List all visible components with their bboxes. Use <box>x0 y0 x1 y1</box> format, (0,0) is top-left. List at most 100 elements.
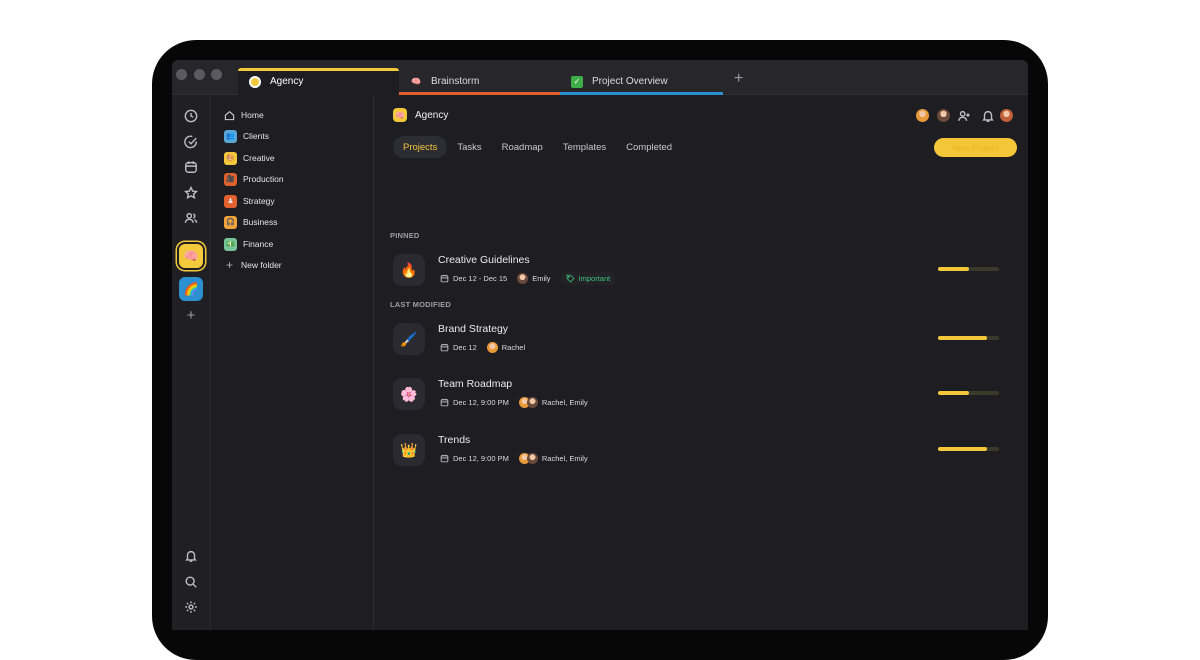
sidebar: Home 👥 Clients 🎨 Creative 🎥 Production ♟… <box>211 96 374 630</box>
add-user-icon[interactable] <box>955 107 973 125</box>
tab-roadmap[interactable]: Roadmap <box>492 136 553 158</box>
agency-space-icon[interactable]: 🧠 <box>179 244 203 268</box>
tab-projects[interactable]: Projects <box>393 136 448 158</box>
user-avatar[interactable] <box>999 108 1014 123</box>
title-bar: Agency 🧠 Brainstorm ✓ Project Overview + <box>172 60 1028 95</box>
calendar-icon[interactable] <box>182 158 200 176</box>
avatar <box>486 342 498 353</box>
brain-icon: 🧠 <box>411 77 421 86</box>
project-people: Rachel <box>501 343 526 352</box>
window-minimize-button[interactable] <box>194 69 205 80</box>
sidebar-item-new-folder[interactable]: + New folder <box>224 257 282 273</box>
avatar <box>526 453 538 464</box>
project-tabs: Projects Tasks Roadmap Templates Complet… <box>393 136 682 158</box>
window-zoom-button[interactable] <box>211 69 222 80</box>
new-project-button[interactable]: New Project <box>934 138 1017 157</box>
window-close-button[interactable] <box>176 69 187 80</box>
flower-icon: 🌸 <box>393 378 425 410</box>
calendar-icon <box>440 274 449 283</box>
project-people: Rachel, Emily <box>541 398 588 407</box>
new-tab-plus-icon[interactable]: + <box>734 71 743 87</box>
production-folder-icon: 🎥 <box>224 172 237 186</box>
project-title: Brand Strategy <box>438 323 509 335</box>
main-content: 🧠 Agency Projects Tasks Roadmap Template… <box>374 96 1028 630</box>
sidebar-item-label: Creative <box>243 153 275 163</box>
project-people: Emily <box>532 274 551 283</box>
project-row[interactable]: 👑 Trends Dec 12, 9:00 PM Rachel, Emily <box>393 434 1013 470</box>
progress-fill <box>938 447 987 451</box>
brush-icon: 🖌️ <box>393 323 425 355</box>
plus-icon: + <box>225 258 233 272</box>
check-icon: ✓ <box>571 75 583 88</box>
tag-icon <box>566 274 575 283</box>
sidebar-item-creative[interactable]: 🎨 Creative <box>224 150 275 166</box>
project-row[interactable]: 🖌️ Brand Strategy Dec 12 Rachel <box>393 323 1013 359</box>
tab-label: Project Overview <box>592 76 668 87</box>
clock-icon[interactable] <box>182 107 200 125</box>
project-title: Trends <box>438 434 471 446</box>
tab-templates[interactable]: Templates <box>553 136 616 158</box>
sidebar-item-label: Clients <box>243 131 269 141</box>
project-date: Dec 12 <box>453 343 477 352</box>
add-space-plus-icon[interactable]: + <box>182 306 200 324</box>
tab-label: Agency <box>270 76 304 87</box>
tab-indicator <box>238 68 399 71</box>
bell-icon[interactable] <box>979 107 997 125</box>
sidebar-item-clients[interactable]: 👥 Clients <box>224 128 269 144</box>
business-folder-icon: 🎧 <box>224 215 237 229</box>
progress-fill <box>938 267 969 271</box>
avatar <box>526 397 538 408</box>
fire-icon: 🔥 <box>393 254 425 286</box>
sidebar-item-label: Strategy <box>243 196 275 206</box>
agency-icon: 🧠 <box>393 108 407 122</box>
project-row[interactable]: 🔥 Creative Guidelines Dec 12 - Dec 15 Em… <box>393 254 1013 290</box>
creative-folder-icon: 🎨 <box>224 151 237 165</box>
rainbow-space-icon[interactable]: 🌈 <box>179 277 203 301</box>
sidebar-item-strategy[interactable]: ♟ Strategy <box>224 193 275 209</box>
sidebar-item-business[interactable]: 🎧 Business <box>224 214 278 230</box>
tab-agency[interactable]: Agency <box>238 68 399 95</box>
project-row[interactable]: 🌸 Team Roadmap Dec 12, 9:00 PM Rachel, E… <box>393 378 1013 414</box>
sidebar-item-production[interactable]: 🎥 Production <box>224 171 284 187</box>
tag-label: Important <box>578 274 611 283</box>
tab-tasks[interactable]: Tasks <box>447 136 491 158</box>
app-window: Agency 🧠 Brainstorm ✓ Project Overview +… <box>172 60 1028 630</box>
search-icon[interactable] <box>182 573 200 591</box>
avatar[interactable] <box>936 108 951 123</box>
project-title: Team Roadmap <box>438 378 513 390</box>
clients-folder-icon: 👥 <box>224 129 237 143</box>
sidebar-item-home[interactable]: Home <box>224 107 264 123</box>
sidebar-item-finance[interactable]: 💵 Finance <box>224 236 273 252</box>
tab-indicator <box>399 92 560 95</box>
calendar-icon <box>440 343 449 352</box>
tab-completed[interactable]: Completed <box>616 136 682 158</box>
icon-rail: 🧠 🌈 + <box>172 96 211 630</box>
progress-bar <box>938 267 999 271</box>
progress-fill <box>938 336 987 340</box>
gear-icon[interactable] <box>182 598 200 616</box>
star-icon[interactable] <box>182 184 200 202</box>
tab-brainstorm[interactable]: 🧠 Brainstorm <box>399 68 560 95</box>
sidebar-item-label: Business <box>243 217 278 227</box>
check-circle-icon[interactable] <box>182 133 200 151</box>
status-badge[interactable]: Important <box>560 272 616 285</box>
progress-fill <box>938 391 969 395</box>
finance-folder-icon: 💵 <box>224 237 237 251</box>
agency-icon <box>249 75 261 88</box>
project-date: Dec 12, 9:00 PM <box>453 454 509 463</box>
sidebar-item-label: Production <box>243 174 284 184</box>
tab-project-overview[interactable]: ✓ Project Overview <box>560 68 723 95</box>
people-icon[interactable] <box>182 209 200 227</box>
project-people: Rachel, Emily <box>541 454 588 463</box>
home-icon <box>224 110 235 120</box>
bell-icon[interactable] <box>182 547 200 565</box>
page-title: Agency <box>415 110 449 121</box>
avatar[interactable] <box>915 108 930 123</box>
tab-indicator <box>560 92 723 95</box>
strategy-folder-icon: ♟ <box>224 194 237 208</box>
sidebar-item-label: New folder <box>241 260 282 270</box>
tab-label: Brainstorm <box>431 76 480 87</box>
progress-bar <box>938 447 999 451</box>
section-last-modified: LAST MODIFIED <box>390 300 451 309</box>
progress-bar <box>938 391 999 395</box>
